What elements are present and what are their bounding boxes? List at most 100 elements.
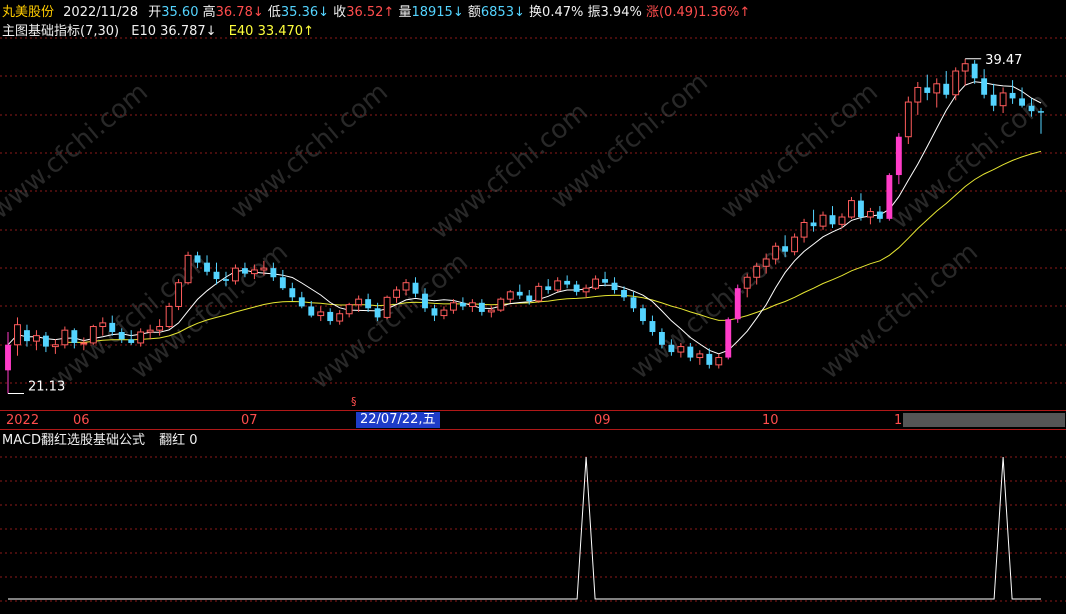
candle-body — [279, 277, 286, 289]
candle — [468, 299, 476, 312]
candle-body — [621, 290, 627, 298]
open-value: 35.60 — [161, 5, 199, 20]
candle-body — [336, 313, 344, 322]
sub-indicator-header: MACD翻红选股基础公式 翻红 0 — [2, 433, 198, 449]
candle — [345, 302, 353, 318]
candle-body — [374, 308, 381, 318]
candle-body — [1028, 105, 1035, 112]
candle-body — [876, 211, 883, 219]
candle — [175, 279, 183, 311]
candle-body — [772, 245, 780, 260]
candle-body — [573, 284, 580, 292]
candle-body — [943, 83, 950, 95]
e10-value: 36.787 — [160, 24, 206, 39]
candle — [14, 317, 21, 356]
candle-body — [952, 70, 960, 96]
min-price-label: 21.13 — [28, 380, 65, 395]
signal-chart[interactable] — [0, 430, 1066, 614]
candle — [971, 60, 978, 84]
candle — [800, 218, 808, 243]
candle-body — [14, 324, 21, 346]
candle — [715, 353, 723, 369]
candle — [914, 81, 922, 115]
candle — [810, 209, 817, 232]
candle — [535, 282, 543, 303]
date-axis[interactable]: 2022 06 07 22/07/22,五 09 10 11 — [0, 410, 1066, 430]
sub-indicator-panel[interactable]: MACD翻红选股基础公式 翻红 0 — [0, 430, 1066, 614]
e40-label: E40 — [228, 24, 254, 39]
candle-body — [829, 215, 836, 225]
candle-body — [241, 268, 248, 274]
volume-label: 量 — [398, 5, 412, 20]
candle — [1009, 80, 1016, 104]
signal-value: 0 — [189, 433, 198, 448]
candle-body — [800, 222, 808, 238]
candle-body — [1019, 98, 1025, 106]
candle-body — [109, 322, 116, 332]
candle-body — [886, 175, 893, 219]
candlestick-chart[interactable]: www.cfchi.comwww.cfchi.comwww.cfchi.comw… — [0, 0, 1066, 410]
max-price-label: 39.47 — [985, 53, 1022, 68]
candle — [952, 67, 960, 101]
e10-label: E10 — [131, 24, 156, 39]
candle — [857, 193, 864, 221]
candle — [630, 291, 637, 312]
candle-body — [516, 291, 523, 296]
candle-body — [440, 309, 448, 317]
candle-body — [355, 298, 363, 306]
candle — [895, 133, 902, 185]
candle-body — [165, 305, 173, 328]
candle-body — [175, 282, 183, 307]
candle-body — [308, 306, 315, 316]
candle-body — [61, 329, 69, 346]
candle — [829, 206, 836, 228]
candle — [431, 304, 438, 322]
sub-indicator-title[interactable]: MACD翻红选股基础公式 — [2, 433, 145, 448]
candle — [165, 302, 173, 329]
candle — [365, 293, 372, 312]
candle-body — [630, 297, 637, 309]
candle-body — [526, 295, 533, 301]
candle — [506, 290, 514, 303]
candle-body — [971, 63, 978, 79]
candle-body — [838, 216, 846, 225]
signal-label: 翻红 — [159, 433, 186, 448]
candle-body — [687, 346, 694, 358]
change-arrow: ↑ — [739, 5, 751, 20]
candle-body — [89, 326, 97, 344]
indicator-name[interactable]: 主图基础指标(7,30) — [2, 24, 119, 39]
close-value: 36.52 — [346, 5, 384, 20]
candle-body — [497, 298, 505, 311]
cursor-date-badge: 22/07/22,五 — [356, 412, 440, 428]
quote-header: 丸美股份 2022/11/28 开35.60 高36.78↓ 低35.36↓ 收… — [2, 5, 750, 21]
candle-body — [213, 271, 220, 280]
candle — [184, 251, 192, 285]
candle-body — [289, 288, 296, 298]
candle — [327, 308, 334, 325]
candle — [146, 324, 154, 340]
candle-body — [725, 319, 732, 358]
candle-body — [51, 344, 59, 348]
watermark: www.cfchi.com — [0, 77, 154, 225]
candle-body — [1038, 111, 1044, 113]
candle — [545, 279, 552, 294]
candle-body — [677, 346, 685, 353]
candle — [497, 297, 505, 312]
candle — [478, 299, 485, 316]
main-chart-panel[interactable]: www.cfchi.com www.cfchi.com www.cfchi.com w… — [0, 0, 1066, 410]
candle — [383, 295, 391, 320]
candle — [924, 74, 931, 101]
amplitude-value: 3.94% — [600, 5, 642, 20]
candle-body — [668, 344, 675, 353]
candle-body — [1009, 92, 1016, 99]
candle-body — [137, 331, 145, 344]
candle-body — [848, 200, 855, 218]
candle-body — [128, 339, 135, 343]
stock-name[interactable]: 丸美股份 — [2, 5, 54, 20]
candle-body — [753, 265, 761, 278]
candle-body — [487, 309, 495, 313]
scrollbar-thumb[interactable] — [903, 413, 1065, 427]
candle-body — [592, 278, 600, 289]
candle-body — [204, 262, 210, 272]
candle-body — [317, 311, 325, 317]
